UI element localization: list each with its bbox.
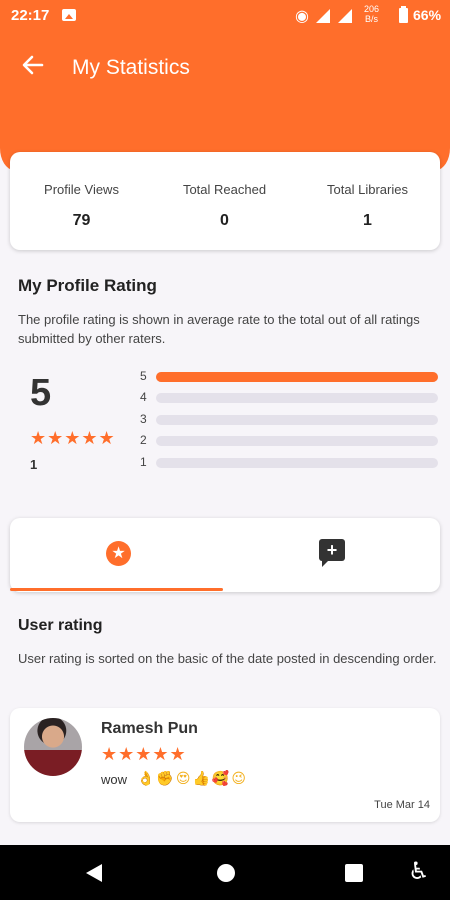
tab-comments[interactable]: + <box>319 539 345 567</box>
network-speed: 206 B/s <box>364 4 380 24</box>
rating-bar-label: 3 <box>140 412 147 426</box>
gallery-notification-icon <box>62 9 76 21</box>
wifi-signal-icon <box>316 9 330 23</box>
review-emoji: 👌✊😍👍🥰😉 <box>137 770 248 786</box>
profile-rating-description: The profile rating is shown in average r… <box>18 312 420 346</box>
average-stars-icon: ★★★★★ <box>30 428 116 448</box>
nav-back-icon[interactable] <box>86 864 102 882</box>
user-rating-title: User rating <box>18 617 103 634</box>
stat-label: Profile Views <box>44 182 119 197</box>
battery-icon <box>399 6 408 23</box>
rating-bar-label: 4 <box>140 390 147 404</box>
review-stars-icon: ★★★★★ <box>101 744 187 764</box>
rating-bar-3: 3 <box>140 412 440 427</box>
comment-add-icon: + <box>326 540 338 560</box>
rating-tabs: ★ + <box>10 518 440 592</box>
review-date: Tue Mar 14 <box>374 799 430 811</box>
cell-signal-icon <box>338 9 352 23</box>
status-time: 22:17 <box>11 7 50 24</box>
stats-card: Profile Views 79 Total Reached 0 Total L… <box>10 152 440 250</box>
review-card[interactable]: Ramesh Pun ★★★★★ wow 👌✊😍👍🥰😉 Tue Mar 14 <box>10 708 440 822</box>
user-rating-description: User rating is sorted on the basic of th… <box>18 651 437 666</box>
back-button[interactable] <box>20 52 50 82</box>
eye-icon: ◉ <box>295 8 309 25</box>
stat-label: Total Libraries <box>327 182 408 197</box>
rating-bar-label: 2 <box>140 433 147 447</box>
rating-bar-1: 1 <box>140 455 440 470</box>
reviewer-name: Ramesh Pun <box>101 720 198 737</box>
battery-percent: 66% <box>413 7 442 23</box>
average-rating: 5 <box>30 372 52 414</box>
nav-recents-icon[interactable] <box>345 864 363 882</box>
rating-bar-2: 2 <box>140 433 440 448</box>
rating-bar-track <box>156 436 438 446</box>
nav-home-icon[interactable] <box>217 864 235 882</box>
rating-bar-4: 4 <box>140 390 440 405</box>
rating-bar-label: 1 <box>140 455 147 469</box>
system-nav-bar: ♿ <box>0 845 450 900</box>
tab-ratings[interactable]: ★ <box>106 541 131 566</box>
stat-label: Total Reached <box>182 182 267 197</box>
status-bar: 22:17 ◉ 206 B/s 66% <box>0 0 450 32</box>
page-title: My Statistics <box>72 56 190 79</box>
arrow-left-icon <box>22 55 44 75</box>
review-text: wow <box>101 772 128 787</box>
avatar <box>24 718 82 776</box>
accessibility-icon[interactable]: ♿ <box>408 859 430 885</box>
stat-value: 0 <box>220 212 229 229</box>
rating-bar-track <box>156 458 438 468</box>
rating-bar-label: 5 <box>140 369 147 383</box>
rating-bar-track <box>156 372 438 382</box>
active-tab-indicator <box>10 588 223 591</box>
rating-bar-fill <box>156 372 438 382</box>
profile-rating-title: My Profile Rating <box>18 276 157 295</box>
star-badge-icon: ★ <box>111 545 126 562</box>
stat-value: 1 <box>363 212 372 229</box>
rating-count: 1 <box>30 457 38 472</box>
rating-bar-track <box>156 393 438 403</box>
rating-bar-track <box>156 415 438 425</box>
rating-bar-5: 5 <box>140 369 440 384</box>
stat-value: 79 <box>72 212 91 229</box>
